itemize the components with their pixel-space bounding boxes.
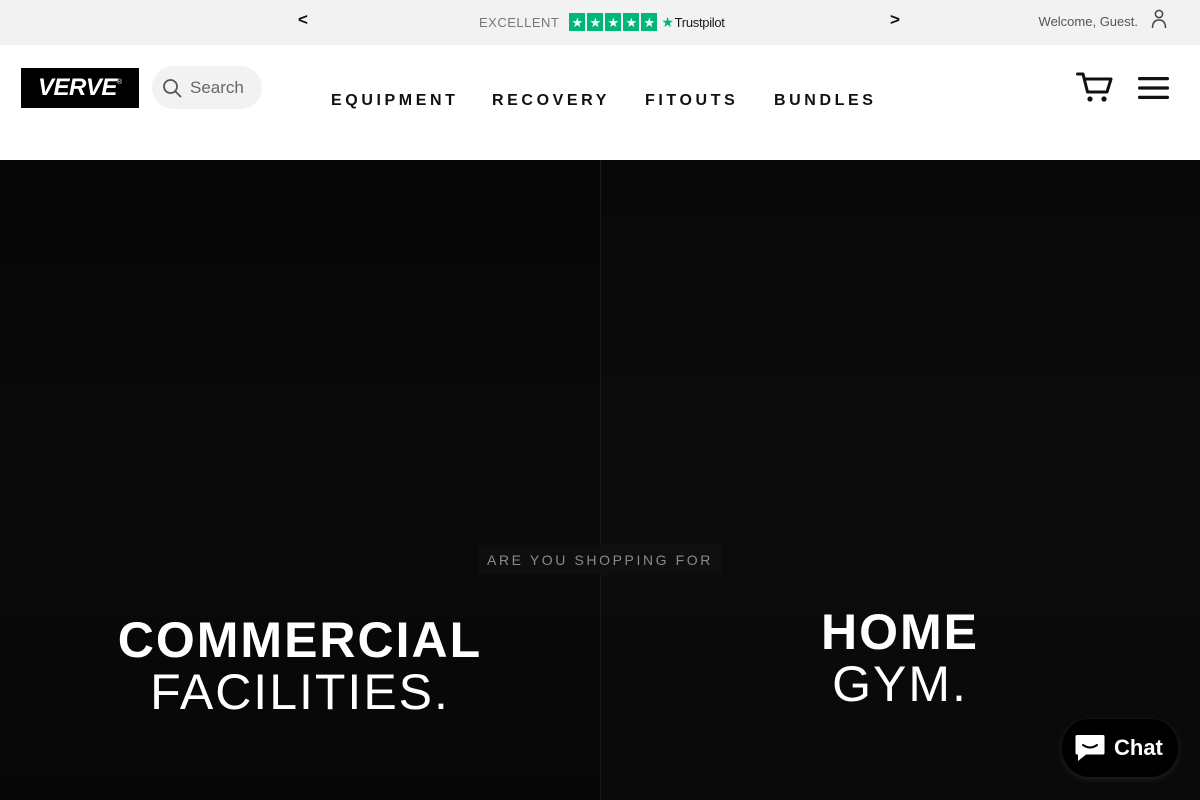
nav-bundles[interactable]: BUNDLES: [774, 92, 877, 110]
announcement-bar: < EXCELLENT ★ ★ ★ ★ ★ ★ Trustpilot > Wel…: [0, 0, 1200, 45]
nav-equipment[interactable]: EQUIPMENT: [331, 92, 459, 110]
star-icon: ★: [587, 13, 604, 31]
nav-recovery[interactable]: RECOVERY: [492, 92, 610, 110]
chat-bubble-icon: [1075, 735, 1105, 761]
chat-label: Chat: [1114, 735, 1163, 760]
site-header: VERVE ® EQUIPMENT RECOVERY FITOUTS BUNDL…: [0, 45, 1200, 160]
hero-section: ARE YOU SHOPPING FOR COMMERCIAL FACILITI…: [0, 160, 1200, 800]
search-input[interactable]: [190, 77, 248, 98]
verve-logo[interactable]: VERVE ®: [21, 68, 139, 108]
hamburger-menu-icon[interactable]: [1138, 76, 1169, 100]
nav-fitouts[interactable]: FITOUTS: [645, 92, 738, 110]
search-icon[interactable]: [162, 78, 182, 98]
cart-icon[interactable]: [1076, 71, 1113, 103]
trustpilot-star-icon: ★: [661, 13, 674, 30]
trustpilot-rating[interactable]: EXCELLENT ★ ★ ★ ★ ★ ★ Trustpilot: [479, 12, 725, 32]
trustpilot-logo: ★ Trustpilot: [661, 13, 725, 31]
commercial-heading: COMMERCIAL: [117, 612, 483, 668]
home-gym-link[interactable]: HOME GYM.: [700, 607, 1100, 709]
logo-registered-mark: ®: [116, 78, 123, 86]
commercial-facilities-link[interactable]: COMMERCIAL FACILITIES.: [100, 615, 500, 717]
gym-heading: GYM.: [832, 656, 968, 712]
star-icon: ★: [623, 13, 640, 31]
star-icon: ★: [641, 13, 658, 31]
facilities-heading: FACILITIES.: [150, 664, 450, 720]
welcome-text: Welcome, Guest.: [1038, 14, 1138, 29]
home-heading: HOME: [821, 604, 979, 660]
rating-text: EXCELLENT: [479, 14, 560, 30]
logo-text: VERVE: [37, 74, 117, 101]
shopping-question: ARE YOU SHOPPING FOR: [478, 545, 722, 575]
announcement-prev-arrow[interactable]: <: [298, 10, 308, 30]
search-box[interactable]: [152, 66, 262, 109]
announcement-next-arrow[interactable]: >: [890, 10, 900, 30]
star-icon: ★: [605, 13, 622, 31]
star-icon: ★: [569, 13, 586, 31]
chat-button[interactable]: Chat: [1062, 719, 1178, 777]
user-account-icon[interactable]: [1151, 9, 1167, 29]
trustpilot-label: Trustpilot: [674, 14, 725, 30]
trustpilot-stars: ★ ★ ★ ★ ★: [569, 13, 658, 31]
